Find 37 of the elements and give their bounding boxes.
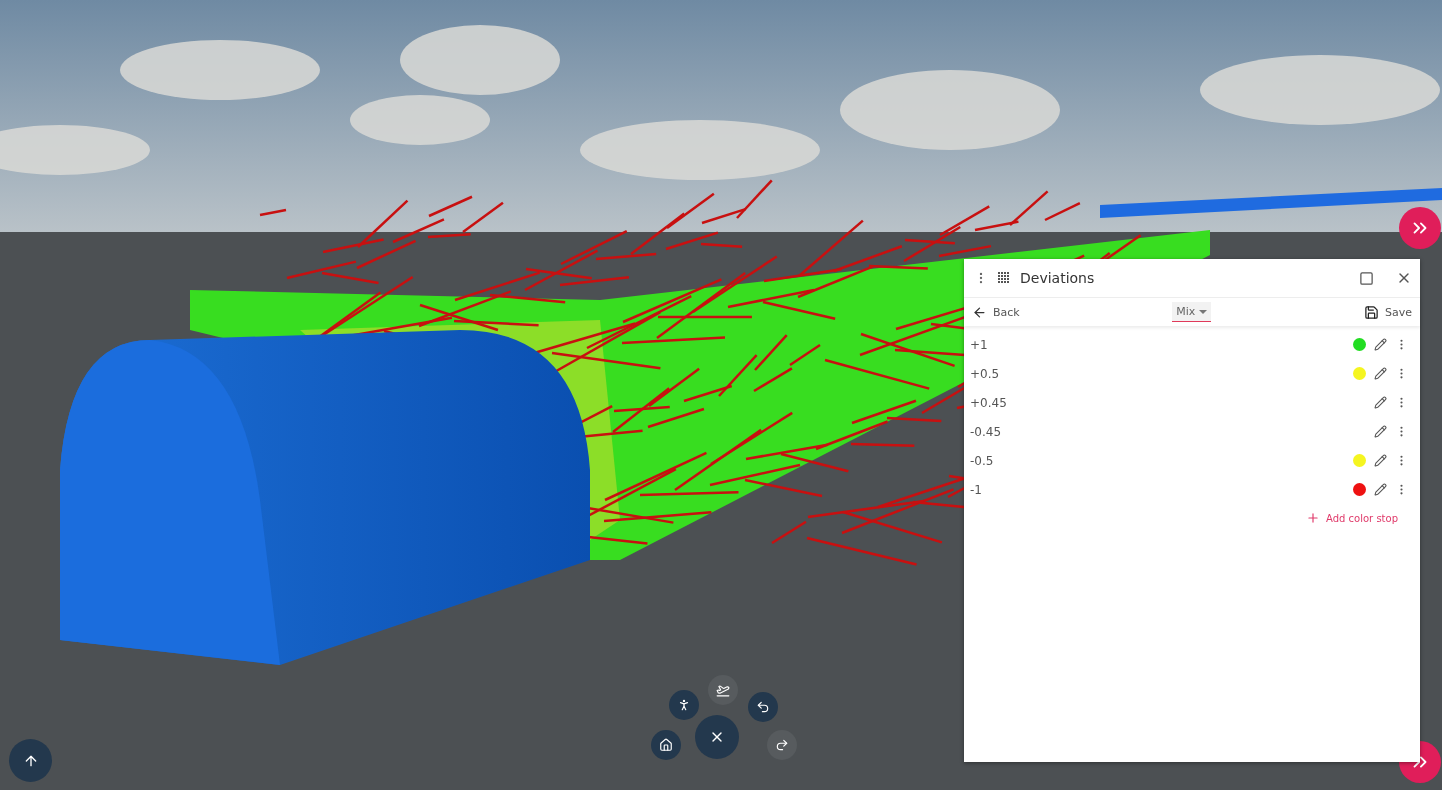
edit-button[interactable] — [1374, 338, 1387, 351]
mode-dropdown[interactable]: Mix — [1172, 302, 1212, 322]
color-stop-value: +0.5 — [970, 366, 1001, 381]
color-stop-value: +0.45 — [970, 395, 1008, 410]
pencil-icon — [1374, 454, 1387, 467]
color-stop-value: +1 — [970, 337, 989, 352]
panel-title: Deviations — [1020, 270, 1096, 286]
airplane-takeoff-icon — [716, 683, 730, 697]
edit-button[interactable] — [1374, 396, 1387, 409]
caret-icon — [1199, 309, 1208, 314]
undo-icon — [756, 700, 770, 714]
save-button[interactable]: Save — [1363, 304, 1412, 320]
color-stop-value: -0.45 — [970, 424, 1003, 439]
color-swatch[interactable] — [1353, 454, 1366, 467]
edit-button[interactable] — [1374, 425, 1387, 438]
edit-button[interactable] — [1374, 367, 1387, 380]
color-stop-value: -0.5 — [970, 453, 995, 468]
pencil-icon — [1374, 338, 1387, 351]
redo-icon — [775, 738, 789, 752]
pencil-icon — [1374, 367, 1387, 380]
color-swatch[interactable] — [1353, 338, 1366, 351]
color-swatch[interactable] — [1353, 483, 1366, 496]
pencil-icon — [1374, 425, 1387, 438]
maximize-icon — [1359, 270, 1374, 286]
point-grid-icon — [998, 272, 1010, 284]
color-stop-value: -1 — [970, 482, 983, 497]
color-swatch[interactable] — [1353, 367, 1366, 380]
add-color-stop-button[interactable]: Add color stop — [1300, 510, 1404, 526]
edit-button[interactable] — [1374, 483, 1387, 496]
edit-button[interactable] — [1374, 454, 1387, 467]
pencil-icon — [1374, 396, 1387, 409]
plus-icon — [1306, 511, 1321, 525]
pencil-icon — [1374, 483, 1387, 496]
home-icon — [659, 738, 673, 752]
maximize-button[interactable] — [1359, 270, 1374, 286]
back-button[interactable]: Back — [972, 304, 1020, 320]
save-icon — [1363, 304, 1379, 320]
